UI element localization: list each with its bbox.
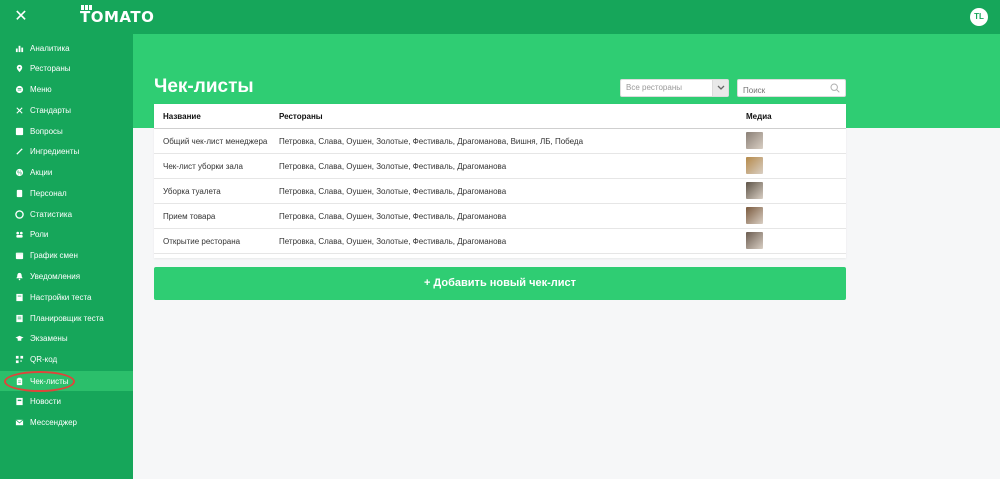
sidebar-item-news[interactable]: Новости [0, 391, 133, 411]
sidebar-item-map-pin[interactable]: Рестораны [0, 58, 133, 78]
sidebar-item-label: Чек-листы [30, 376, 69, 386]
sidebar-item-qr-code[interactable]: QR-код [0, 349, 133, 369]
sidebar-item-label: График смен [30, 250, 78, 260]
close-icon[interactable]: ✕ [12, 8, 30, 26]
sidebar-item-label: Уведомления [30, 271, 81, 281]
restaurants-cell: Петровка, Слава, Оушен, Золотые, Фестива… [279, 162, 507, 171]
sidebar-item-label: Планировщик теста [30, 313, 104, 323]
sidebar-item-label: Рестораны [30, 63, 71, 73]
menu-icon [14, 84, 24, 94]
sidebar-item-label: QR-код [30, 354, 58, 364]
sidebar-item-brush[interactable]: Ингредиенты [0, 141, 133, 161]
brush-icon [14, 146, 24, 156]
sidebar-item-graduation-cap[interactable]: Экзамены [0, 328, 133, 348]
sidebar-item-envelope[interactable]: Мессенджер [0, 412, 133, 432]
sidebar-item-percent[interactable]: % Акции [0, 162, 133, 182]
sidebar-item-label: Стандарты [30, 105, 72, 115]
column-header-name: Название [163, 112, 201, 121]
pie-chart-icon [14, 209, 24, 219]
sidebar-item-label: Меню [30, 84, 52, 94]
media-thumbnail[interactable] [746, 232, 763, 249]
sidebar-item-label: Экзамены [30, 333, 68, 343]
media-thumbnail[interactable] [746, 182, 763, 199]
logo-mark-icon [81, 5, 93, 11]
sidebar-item-users[interactable]: Роли [0, 224, 133, 244]
sidebar-item-bell[interactable]: Уведомления [0, 266, 133, 286]
checklist-name-cell: Открытие ресторана [163, 237, 241, 246]
media-thumbnail[interactable] [746, 207, 763, 224]
sidebar-item-menu[interactable]: Меню [0, 79, 133, 99]
sidebar-item-label: Аналитика [30, 43, 70, 53]
sidebar-item-label: Акции [30, 167, 53, 177]
utensils-icon [14, 105, 24, 115]
map-pin-icon [14, 63, 24, 73]
table-row[interactable]: Чек-лист уборки зала Петровка, Слава, Оуш… [154, 154, 846, 179]
sidebar-item-test-settings[interactable]: Настройки теста [0, 287, 133, 307]
checklist-name-cell: Уборка туалета [163, 187, 221, 196]
media-thumbnail[interactable] [746, 157, 763, 174]
restaurants-cell: Петровка, Слава, Оушен, Золотые, Фестива… [279, 237, 507, 246]
id-card-icon [14, 188, 24, 198]
table-row[interactable]: Уборка туалета Петровка, Слава, Оушен, Зо… [154, 179, 846, 204]
chevron-down-icon [712, 80, 728, 96]
checklist-name-cell: Чек-лист уборки зала [163, 162, 243, 171]
logo[interactable]: TOMATO [80, 5, 154, 26]
graduation-cap-icon [14, 333, 24, 343]
restaurants-cell: Петровка, Слава, Оушен, Золотые, Фестива… [279, 212, 507, 221]
restaurant-filter-select[interactable]: Все рестораны [620, 79, 729, 97]
sidebar-item-clipboard[interactable]: Чек-листы [0, 371, 133, 391]
envelope-icon [14, 417, 24, 427]
clipboard-icon [14, 376, 24, 386]
planner-icon [14, 313, 24, 323]
page-title: Чек-листы [154, 76, 254, 97]
sidebar: Аналитика Рестораны Меню Стандарты Вопросы Ин… [0, 34, 133, 479]
qr-code-icon [14, 354, 24, 364]
sidebar-item-label: Ингредиенты [30, 146, 80, 156]
calendar-icon [14, 250, 24, 260]
restaurant-filter-value: Все рестораны [626, 83, 682, 92]
table-row[interactable]: Общий чек-лист менеджера Петровка, Слава,… [154, 129, 846, 154]
table-row[interactable]: Прием товара Петровка, Слава, Оушен, Золо… [154, 204, 846, 229]
sidebar-item-pie-chart[interactable]: Статистика [0, 204, 133, 224]
news-icon [14, 396, 24, 406]
search-input[interactable] [738, 82, 828, 99]
sidebar-item-label: Персонал [30, 188, 67, 198]
restaurants-cell: Петровка, Слава, Оушен, Золотые, Фестива… [279, 137, 584, 146]
sidebar-item-id-card[interactable]: Персонал [0, 183, 133, 203]
sidebar-item-label: Новости [30, 396, 61, 406]
sidebar-item-utensils[interactable]: Стандарты [0, 100, 133, 120]
restaurants-cell: Петровка, Слава, Оушен, Золотые, Фестива… [279, 187, 507, 196]
table-header: Название Рестораны Медиа [154, 104, 846, 129]
avatar[interactable]: TL [970, 8, 988, 26]
column-header-media: Медиа [746, 112, 772, 121]
test-settings-icon [14, 292, 24, 302]
sidebar-item-label: Настройки теста [30, 292, 92, 302]
bar-chart-icon [14, 43, 24, 53]
media-thumbnail[interactable] [746, 132, 763, 149]
table-row[interactable]: Открытие ресторана Петровка, Слава, Оушен… [154, 229, 846, 254]
question-icon [14, 126, 24, 136]
sidebar-item-planner[interactable]: Планировщик теста [0, 308, 133, 328]
sidebar-item-label: Мессенджер [30, 417, 77, 427]
bell-icon [14, 271, 24, 281]
column-header-restaurants: Рестораны [279, 112, 323, 121]
svg-text:%: % [17, 170, 22, 176]
users-icon [14, 229, 24, 239]
sidebar-item-question[interactable]: Вопросы [0, 121, 133, 141]
sidebar-item-calendar[interactable]: График смен [0, 245, 133, 265]
top-bar: ✕ TOMATO TL [0, 0, 1000, 34]
checklist-name-cell: Общий чек-лист менеджера [163, 137, 268, 146]
add-checklist-button[interactable]: + Добавить новый чек-лист [154, 267, 846, 300]
percent-icon: % [14, 167, 24, 177]
search-icon[interactable] [830, 83, 840, 93]
checklists-table: Название Рестораны Медиа Общий чек-лист … [154, 104, 846, 258]
sidebar-item-bar-chart[interactable]: Аналитика [0, 38, 133, 58]
search-box[interactable] [737, 79, 846, 99]
sidebar-item-label: Вопросы [30, 126, 63, 136]
sidebar-item-label: Статистика [30, 209, 73, 219]
sidebar-item-label: Роли [30, 229, 49, 239]
checklist-name-cell: Прием товара [163, 212, 216, 221]
